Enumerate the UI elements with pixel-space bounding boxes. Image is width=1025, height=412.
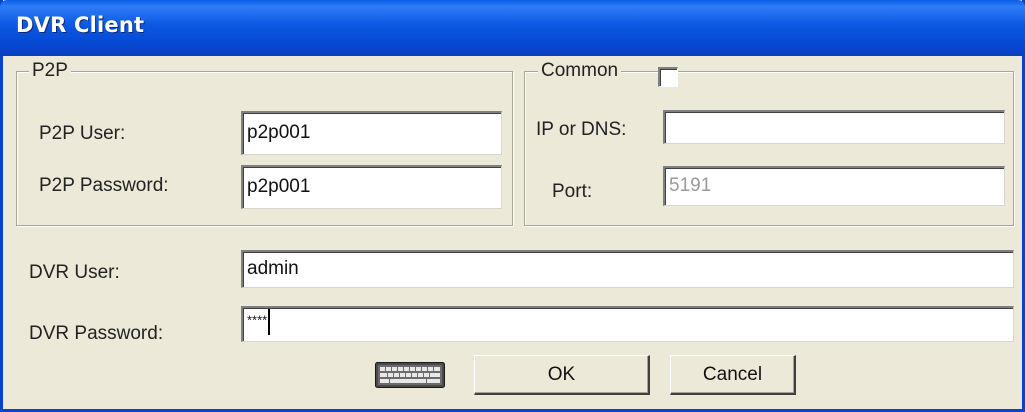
ip-or-dns-label: IP or DNS:	[536, 119, 627, 140]
window-title: DVR Client	[16, 13, 145, 37]
text-caret	[268, 309, 271, 335]
dvr-password-mask: ****	[247, 312, 268, 328]
dvr-password-label: DVR Password:	[29, 323, 164, 344]
port-label: Port:	[552, 181, 593, 202]
p2p-group-legend: P2P	[29, 60, 71, 82]
dvr-user-label: DVR User:	[29, 262, 120, 283]
port-field[interactable]: 5191	[663, 166, 1005, 206]
p2p-user-label: P2P User:	[39, 123, 126, 144]
dvr-user-field[interactable]: admin	[241, 250, 1014, 288]
keyboard-icon[interactable]	[375, 362, 445, 388]
title-bar[interactable]: DVR Client	[0, 0, 1025, 56]
ip-or-dns-field[interactable]	[663, 110, 1005, 144]
dvr-client-dialog: DVR Client P2P P2P User: p2p001 P2P Pass…	[0, 0, 1025, 412]
common-group-legend: Common	[538, 60, 622, 82]
p2p-user-field[interactable]: p2p001	[241, 111, 502, 155]
ok-button[interactable]: OK	[474, 355, 650, 395]
p2p-password-label: P2P Password:	[39, 175, 169, 196]
dvr-password-field[interactable]: ****	[241, 306, 1014, 342]
cancel-button[interactable]: Cancel	[670, 355, 796, 395]
common-checkbox[interactable]	[658, 67, 678, 87]
p2p-password-field[interactable]: p2p001	[241, 165, 502, 209]
